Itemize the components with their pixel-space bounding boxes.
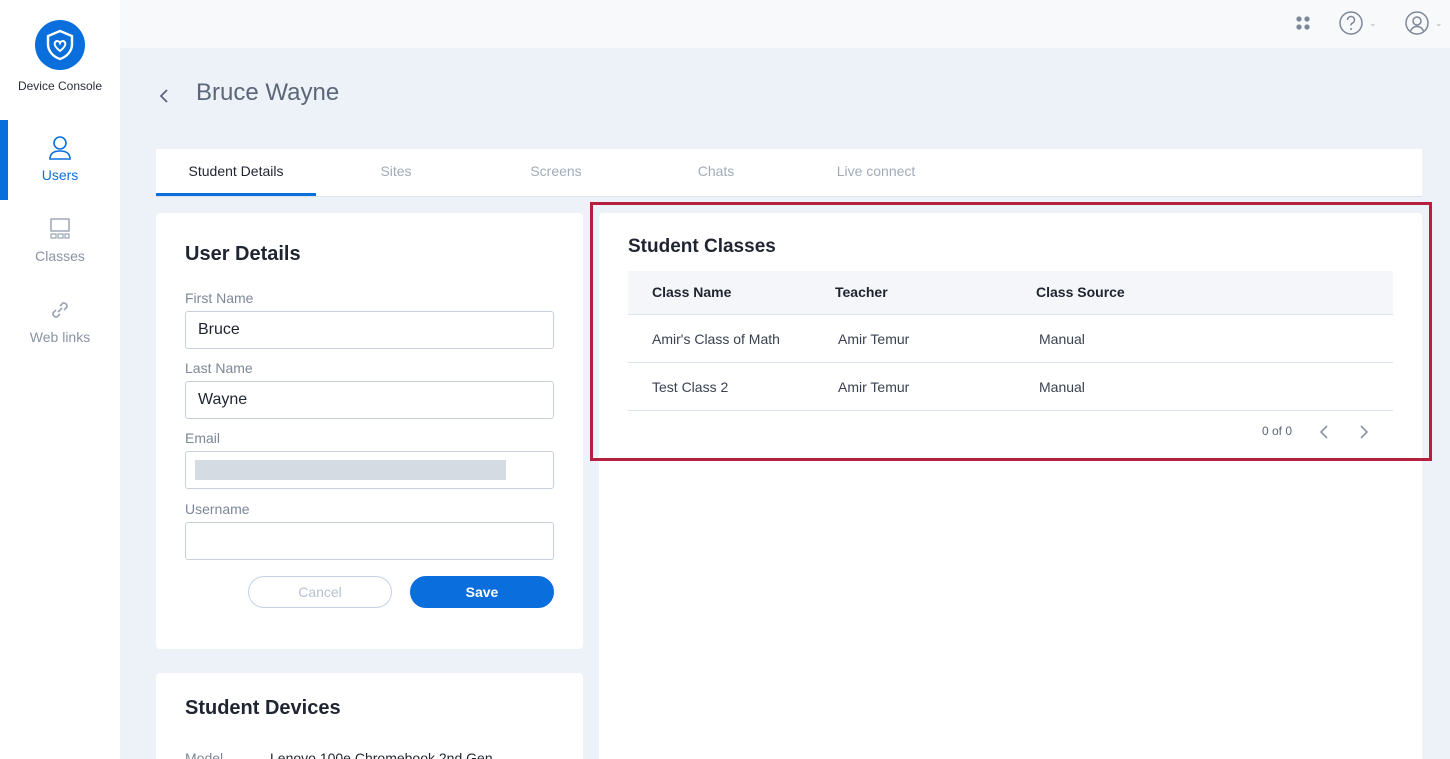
tab-student-details[interactable]: Student Details: [156, 149, 316, 196]
help-menu[interactable]: ⌄: [1338, 10, 1377, 36]
last-name-field[interactable]: [185, 381, 554, 419]
model-value: Lenovo 100e Chromebook 2nd Gen: [270, 750, 493, 759]
next-page-button[interactable]: [1355, 422, 1373, 442]
chevron-right-icon: [1360, 425, 1369, 439]
table-header: Class Name Teacher Class Source: [628, 271, 1393, 315]
teacher-cell: Amir Temur: [838, 379, 910, 395]
column-header-class-source[interactable]: Class Source: [1036, 284, 1125, 300]
table-row[interactable]: Test Class 2 Amir Temur Manual: [628, 363, 1393, 411]
class-source-cell: Manual: [1039, 379, 1085, 395]
link-icon: [46, 296, 74, 324]
teacher-cell: Amir Temur: [838, 331, 910, 347]
username-label: Username: [185, 501, 250, 517]
tab-bar: Student Details Sites Screens Chats Live…: [156, 149, 1422, 197]
save-button[interactable]: Save: [410, 576, 554, 608]
column-header-teacher[interactable]: Teacher: [835, 284, 888, 300]
previous-page-button[interactable]: [1315, 422, 1333, 442]
username-field[interactable]: [185, 522, 554, 560]
pagination-status: 0 of 0: [1262, 424, 1293, 438]
sidebar-item-web-links[interactable]: Web links: [0, 282, 120, 362]
model-label: Model: [185, 750, 224, 759]
card-title: Student Classes: [628, 236, 776, 257]
account-menu[interactable]: ⌄: [1404, 10, 1443, 36]
tab-sites[interactable]: Sites: [316, 149, 476, 196]
column-header-class-name[interactable]: Class Name: [652, 284, 731, 300]
card-title: Student Devices: [185, 697, 341, 719]
classes-icon: [46, 215, 74, 243]
help-icon: [1339, 11, 1363, 35]
tab-live-connect[interactable]: Live connect: [796, 149, 956, 196]
tab-chats[interactable]: Chats: [636, 149, 796, 196]
account-icon: [1405, 11, 1429, 35]
last-name-label: Last Name: [185, 360, 253, 376]
sidebar-item-users[interactable]: Users: [0, 120, 120, 200]
apps-grid-icon[interactable]: [1295, 10, 1311, 36]
chevron-left-icon: [159, 89, 168, 103]
shield-heart-logo-icon[interactable]: [35, 20, 85, 70]
back-button[interactable]: [156, 84, 172, 108]
app-name: Device Console: [17, 79, 103, 93]
page-title: Bruce Wayne: [196, 79, 340, 106]
class-source-cell: Manual: [1039, 331, 1085, 347]
class-name-cell: Test Class 2: [652, 379, 729, 395]
student-classes-card: Student Classes Class Name Teacher Class…: [599, 213, 1422, 759]
redacted-email-value: [195, 460, 506, 480]
chevron-left-icon: [1319, 425, 1328, 439]
chevron-down-icon: ⌄: [1369, 17, 1377, 28]
first-name-field[interactable]: [185, 311, 554, 349]
user-details-card: User Details First Name Last Name Email …: [156, 213, 583, 649]
card-title: User Details: [185, 243, 301, 265]
first-name-label: First Name: [185, 290, 254, 306]
chevron-down-icon: ⌄: [1435, 17, 1443, 28]
sidebar-item-label: Classes: [35, 248, 85, 264]
sidebar-item-label: Web links: [29, 329, 91, 345]
sidebar-item-classes[interactable]: Classes: [0, 201, 120, 281]
sidebar-item-label: Users: [41, 167, 79, 183]
sidebar: Device Console Users Classes Web links: [0, 0, 120, 759]
table-row[interactable]: Amir's Class of Math Amir Temur Manual: [628, 315, 1393, 363]
email-label: Email: [185, 430, 221, 446]
student-devices-card: Student Devices Model Lenovo 100e Chrome…: [156, 673, 583, 759]
user-icon: [46, 134, 74, 162]
class-name-cell: Amir's Class of Math: [652, 331, 780, 347]
tab-screens[interactable]: Screens: [476, 149, 636, 196]
cancel-button[interactable]: Cancel: [248, 576, 392, 608]
top-bar: ⌄ ⌄: [120, 0, 1450, 48]
